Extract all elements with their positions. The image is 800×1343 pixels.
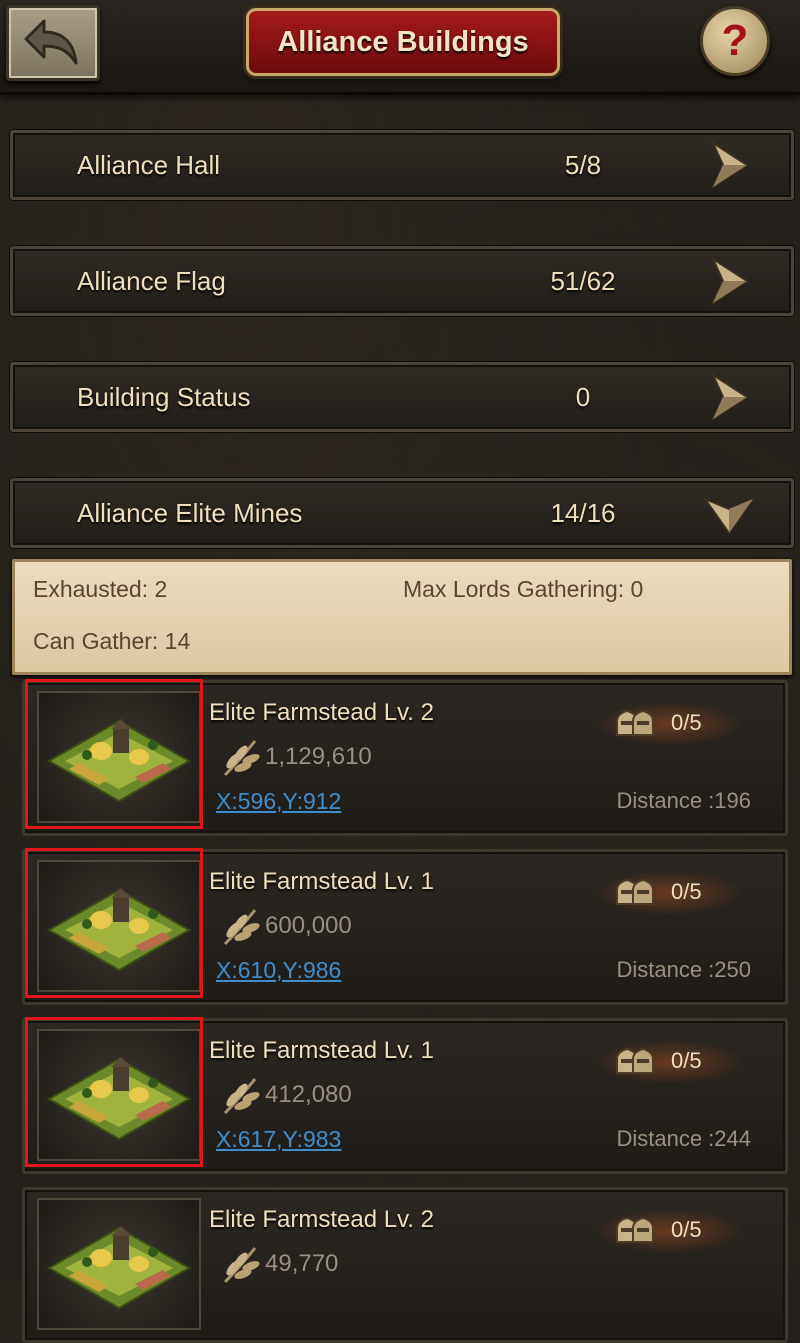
category-value: 5/8: [564, 150, 602, 180]
gathering-badge: 0/5: [599, 1041, 739, 1083]
gathering-count: 0/5: [671, 1048, 702, 1073]
chevron-right-icon: [710, 256, 749, 306]
help-button[interactable]: ?: [700, 6, 770, 76]
chevron-right-icon: [710, 372, 749, 422]
coordinates-link[interactable]: X:596,Y:912: [216, 788, 341, 815]
max-lords-gathering: Max Lords Gathering: 0: [403, 576, 644, 602]
page-title: Alliance Buildings: [277, 25, 529, 58]
distance-label: Distance :196: [616, 788, 751, 813]
gathering-count: 0/5: [671, 710, 702, 735]
selection-highlight: [25, 679, 203, 829]
gathering-badge: 0/5: [599, 872, 739, 914]
gathering-badge: 0/5: [599, 703, 739, 745]
category-label: Alliance Flag: [77, 266, 226, 296]
mine-card[interactable]: Elite Farmstead Lv. 1 412,080 X:617,Y:98…: [22, 1017, 788, 1174]
resource-amount: 412,080: [265, 1081, 352, 1108]
mine-card[interactable]: Elite Farmstead Lv. 1 600,000 X:610,Y:98…: [22, 848, 788, 1005]
mine-name: Elite Farmstead Lv. 1: [209, 1037, 434, 1064]
farmstead-image: [37, 1198, 201, 1330]
back-arrow-icon: [24, 19, 78, 65]
resource-amount: 49,770: [265, 1250, 339, 1277]
mine-card[interactable]: Elite Farmstead Lv. 2 1,129,610 X:596,Y:…: [22, 679, 788, 836]
category-label: Building Status: [77, 382, 251, 412]
distance-label: Distance :250: [616, 957, 751, 982]
gathering-badge: 0/5: [599, 1210, 739, 1252]
wheat-icon: [223, 909, 260, 946]
mine-name: Elite Farmstead Lv. 2: [209, 699, 434, 726]
category-value: 14/16: [550, 498, 616, 528]
back-button[interactable]: [6, 5, 100, 81]
category-row-alliance-hall[interactable]: Alliance Hall 5/8: [10, 130, 794, 200]
chevron-right-icon: [710, 140, 749, 190]
coordinates-link[interactable]: X:617,Y:983: [216, 1126, 341, 1153]
title-plate: Alliance Buildings: [246, 8, 560, 76]
mine-name: Elite Farmstead Lv. 2: [209, 1206, 434, 1233]
question-mark-icon: ?: [721, 16, 749, 65]
category-row-alliance-elite-mines[interactable]: Alliance Elite Mines 14/16: [10, 478, 794, 548]
coordinates-link[interactable]: X:610,Y:986: [216, 957, 341, 984]
gathering-count: 0/5: [671, 879, 702, 904]
gathering-count: 0/5: [671, 1217, 702, 1242]
category-row-alliance-flag[interactable]: Alliance Flag 51/62: [10, 246, 794, 316]
can-gather-count: Can Gather: 14: [33, 628, 191, 654]
wheat-icon: [223, 740, 260, 777]
selection-highlight: [25, 1017, 203, 1167]
category-label: Alliance Hall: [77, 150, 221, 180]
troops-helmet-icon: [616, 1047, 654, 1074]
resource-amount: 1,129,610: [265, 743, 372, 770]
wheat-icon: [223, 1078, 260, 1115]
chevron-down-icon: [702, 496, 756, 535]
category-label: Alliance Elite Mines: [77, 498, 303, 528]
farmstead-icon: [46, 1226, 192, 1310]
category-value: 51/62: [550, 266, 616, 296]
troops-helmet-icon: [616, 709, 654, 736]
selection-highlight: [25, 848, 203, 998]
category-row-building-status[interactable]: Building Status 0: [10, 362, 794, 432]
troops-helmet-icon: [616, 878, 654, 905]
category-value: 0: [575, 382, 591, 412]
mine-card[interactable]: Elite Farmstead Lv. 2 49,770 0/5: [22, 1187, 788, 1343]
top-bar: Alliance Buildings ?: [0, 0, 800, 95]
resource-amount: 600,000: [265, 912, 352, 939]
distance-label: Distance :244: [616, 1126, 751, 1151]
mine-name: Elite Farmstead Lv. 1: [209, 868, 434, 895]
wheat-icon: [223, 1247, 260, 1284]
elite-mines-summary: Exhausted: 2 Max Lords Gathering: 0 Can …: [12, 559, 792, 675]
exhausted-count: Exhausted: 2: [33, 576, 168, 602]
troops-helmet-icon: [616, 1216, 654, 1243]
